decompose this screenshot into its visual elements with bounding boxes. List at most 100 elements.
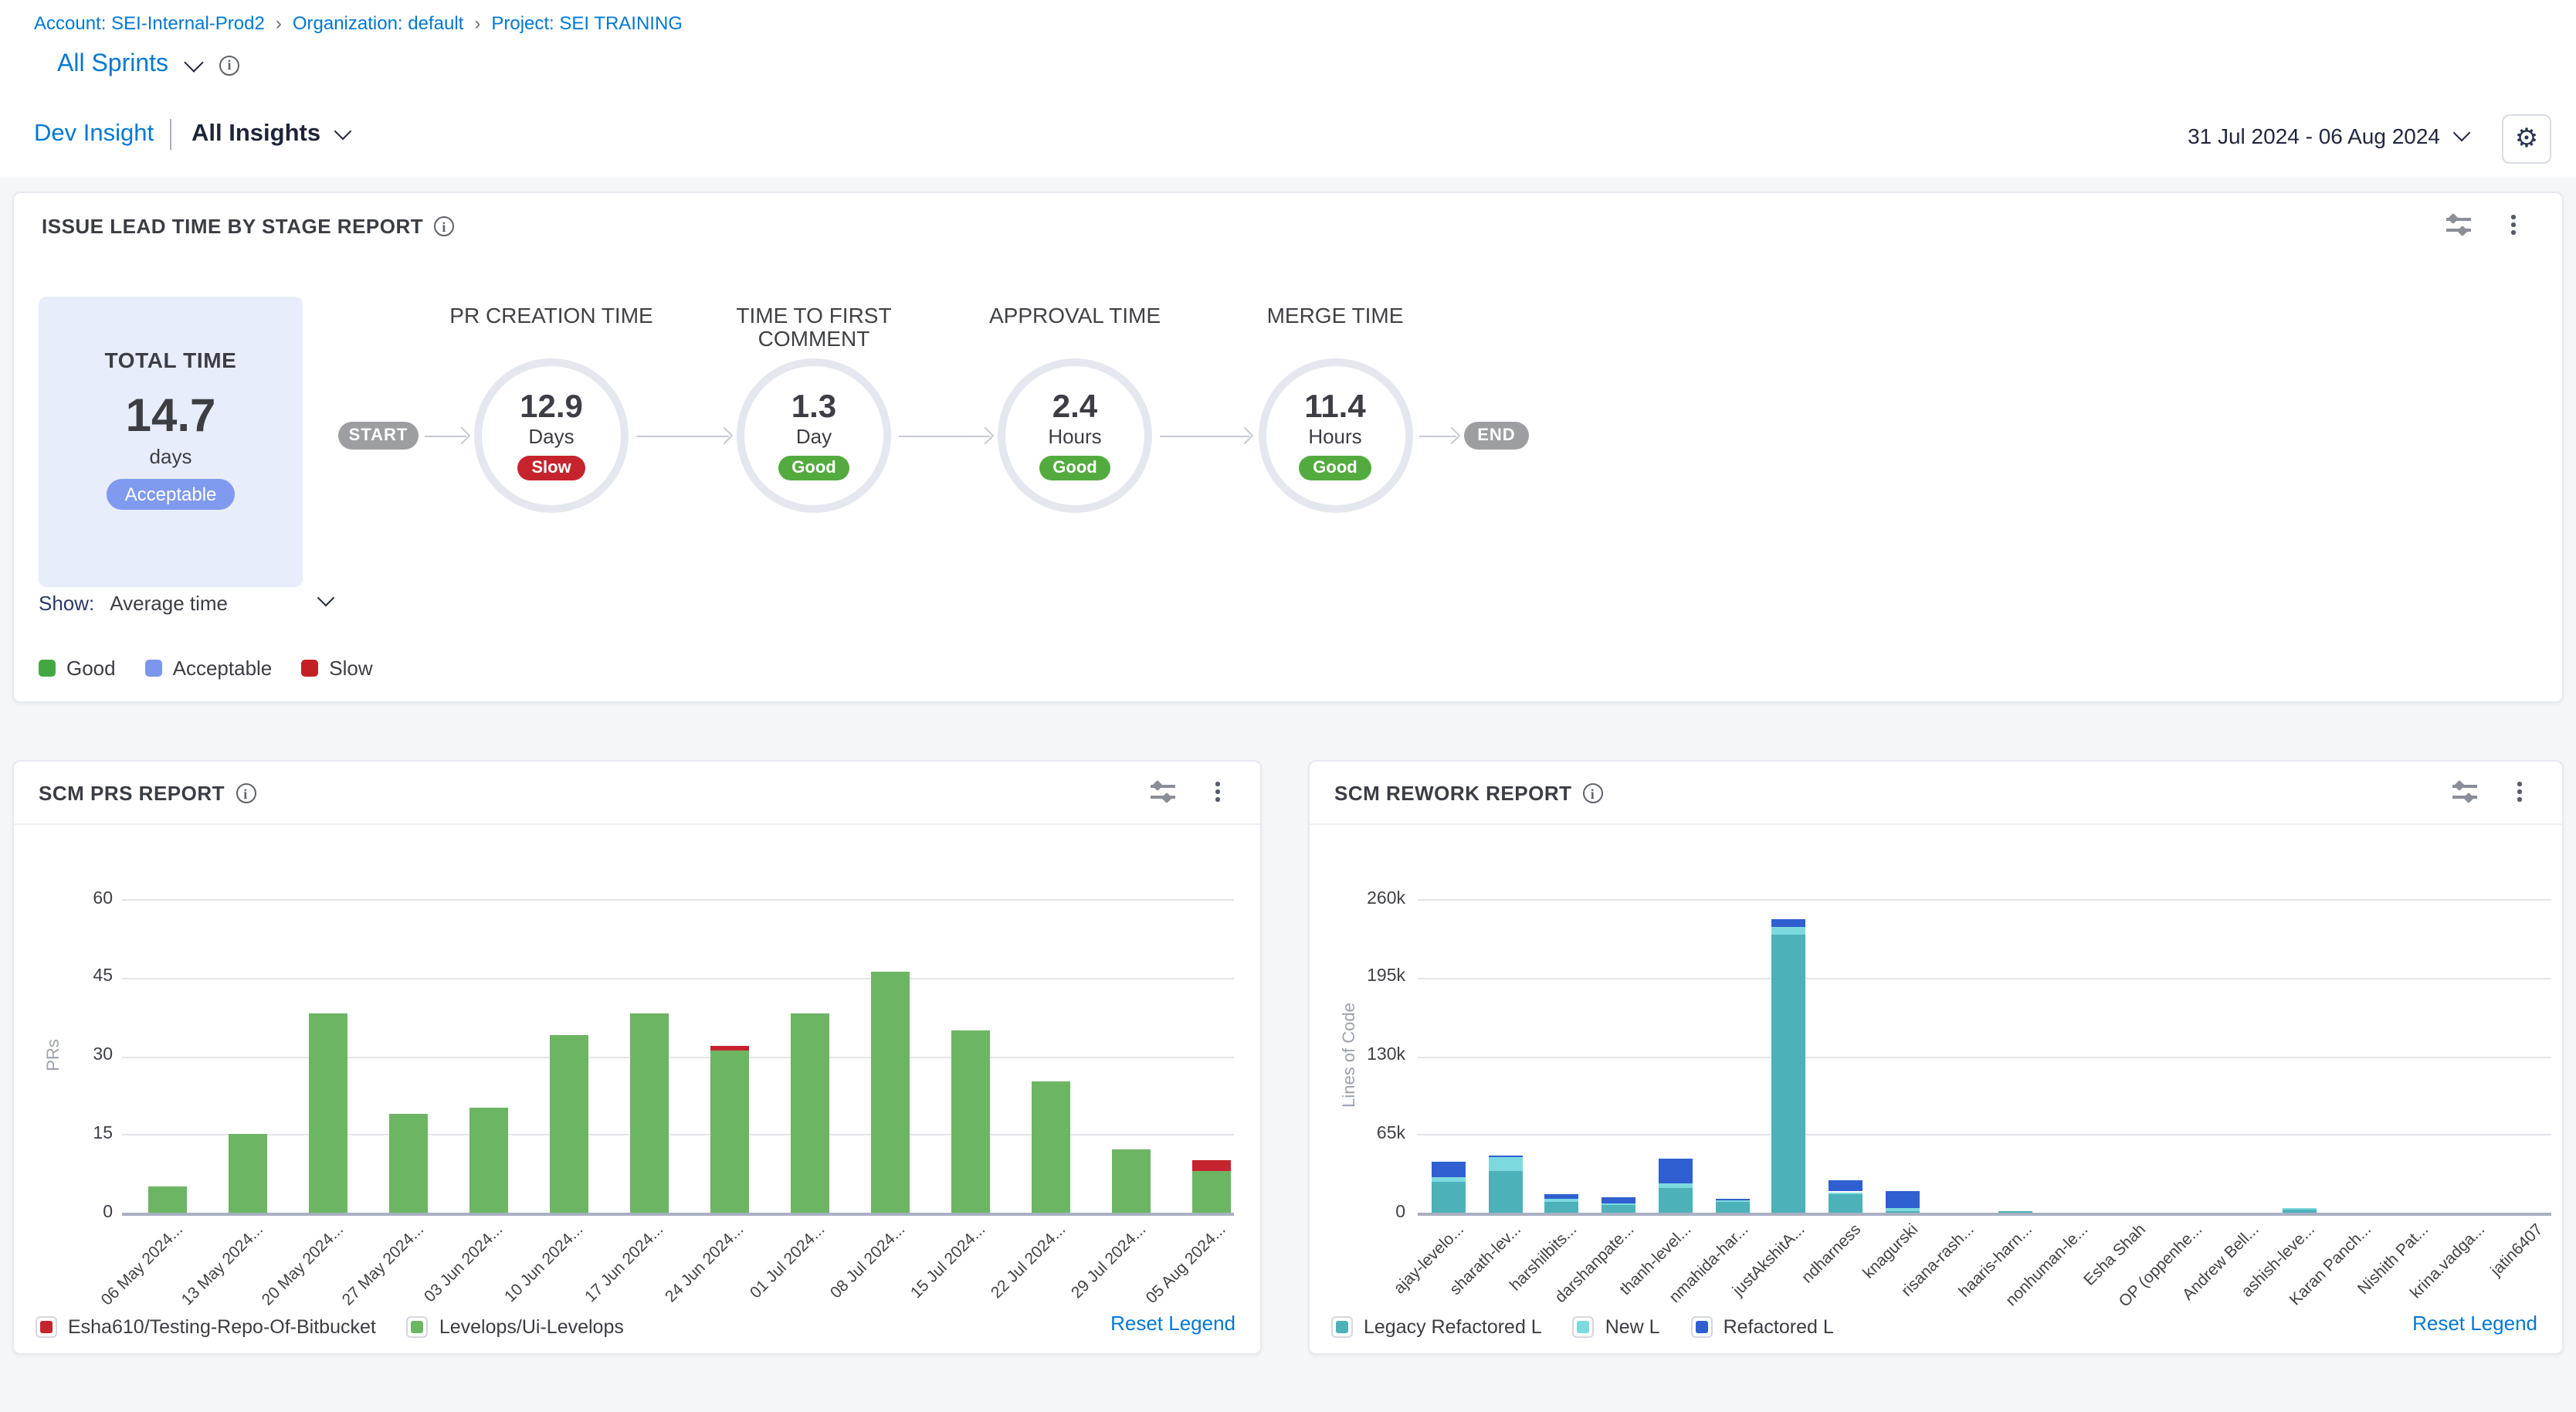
chevron-down-icon[interactable]	[184, 52, 203, 71]
bar-segment[interactable]	[1602, 1203, 1635, 1204]
gridline	[122, 899, 1234, 901]
breadcrumb-organization[interactable]: Organization: default	[293, 12, 464, 34]
y-tick-label: 0	[14, 1203, 113, 1221]
flow-stage-circle[interactable]: 11.4HoursGood	[1258, 358, 1412, 513]
bar-segment[interactable]	[1659, 1183, 1693, 1187]
bar-segment[interactable]	[1602, 1204, 1635, 1213]
gridline	[122, 1056, 1234, 1057]
flow-stage-circle[interactable]: 2.4HoursGood	[998, 358, 1152, 513]
bar-segment[interactable]	[1886, 1208, 1920, 1211]
bar-segment[interactable]	[1715, 1201, 1749, 1203]
x-axis-label-text: 20 May 2024...	[258, 1220, 347, 1309]
sprint-selector[interactable]: All Sprints i	[57, 51, 239, 79]
legend-item[interactable]: Esha610/Testing-Repo-Of-Bitbucket	[36, 1316, 376, 1338]
insight-bar: Dev Insight All Insights 31 Jul 2024 - 0…	[0, 108, 2576, 178]
bar-segment[interactable]	[1772, 927, 1806, 935]
bar-segment[interactable]	[1829, 1193, 1863, 1213]
x-axis-label-text: ndharness	[1798, 1220, 1865, 1287]
breadcrumb-separator: ›	[474, 12, 480, 34]
insights-dropdown[interactable]: All Insights	[192, 120, 348, 148]
bar-segment[interactable]	[1545, 1200, 1579, 1202]
x-axis-label-text: 15 Jul 2024...	[907, 1220, 989, 1302]
insight-tab-dev-insight[interactable]: Dev Insight	[34, 120, 154, 148]
legend-item[interactable]: Refactored L	[1691, 1316, 1834, 1338]
insights-dropdown-label[interactable]: All Insights	[192, 120, 320, 148]
bar-segment[interactable]	[228, 1135, 266, 1213]
info-icon[interactable]: i	[219, 55, 239, 75]
bar-segment[interactable]	[1772, 935, 1806, 1213]
bar-segment[interactable]	[1829, 1179, 1863, 1192]
bar-segment[interactable]	[1715, 1199, 1749, 1200]
bar-segment[interactable]	[469, 1108, 507, 1213]
settings-button[interactable]: ⚙	[2502, 114, 2551, 164]
bar-segment[interactable]	[951, 1030, 989, 1213]
flow-arrow	[425, 436, 466, 437]
bar-segment[interactable]	[1659, 1187, 1693, 1213]
bar-segment[interactable]	[1432, 1178, 1466, 1183]
legend-item[interactable]: New L	[1573, 1316, 1660, 1338]
legend-item[interactable]: Legacy Refactored L	[1331, 1316, 1542, 1338]
bar-segment[interactable]	[870, 972, 909, 1213]
flow-stage-circle[interactable]: 1.3DayGood	[737, 358, 891, 513]
bar-segment[interactable]	[1432, 1162, 1466, 1177]
bar-segment[interactable]	[388, 1113, 427, 1213]
bar-segment[interactable]	[1031, 1082, 1069, 1213]
y-tick-label: 260k	[1310, 889, 1405, 908]
chevron-down-icon[interactable]	[334, 123, 351, 141]
bar-segment[interactable]	[308, 1014, 347, 1213]
bar-segment[interactable]	[1886, 1211, 1920, 1213]
arrow-head-icon	[453, 426, 471, 444]
x-axis-label-text: 29 Jul 2024...	[1068, 1220, 1150, 1302]
y-tick-label: 60	[14, 889, 113, 908]
bar-segment[interactable]	[1829, 1192, 1863, 1193]
reset-legend-link[interactable]: Reset Legend	[2412, 1312, 2537, 1335]
legend-item[interactable]: Levelops/Ui-Levelops	[407, 1316, 624, 1338]
bar-segment[interactable]	[549, 1035, 588, 1213]
bar-segment[interactable]	[1659, 1159, 1693, 1183]
legend-checkbox-swatch	[1331, 1316, 1353, 1338]
bar-segment[interactable]	[1715, 1203, 1749, 1213]
bar-segment[interactable]	[710, 1051, 748, 1213]
bar-segment[interactable]	[1111, 1150, 1150, 1213]
bar-segment[interactable]	[1488, 1157, 1522, 1170]
bar-segment[interactable]	[1191, 1160, 1230, 1171]
bar-segment[interactable]	[1772, 920, 1806, 927]
lead-time-flow: PR CREATION TIME 12.9DaysSlow TIME TO FIRS…	[14, 193, 2562, 701]
screenshot-root: Account: SEI-Internal-Prod2 › Organizati…	[0, 0, 2576, 1412]
bar-segment[interactable]	[1488, 1156, 1522, 1157]
reset-legend-link[interactable]: Reset Legend	[1110, 1312, 1235, 1335]
bar-segment[interactable]	[1191, 1171, 1230, 1213]
date-range-picker[interactable]: 31 Jul 2024 - 06 Aug 2024	[2188, 124, 2468, 148]
bar-segment[interactable]	[629, 1014, 668, 1213]
bar-segment[interactable]	[1488, 1170, 1522, 1213]
bar-segment[interactable]	[1545, 1195, 1579, 1200]
gridline	[122, 978, 1234, 979]
bar-segment[interactable]	[710, 1045, 748, 1051]
flow-stage-circle[interactable]: 12.9DaysSlow	[474, 358, 629, 513]
sprint-selector-label[interactable]: All Sprints	[57, 51, 168, 79]
x-axis-label-text: 27 May 2024...	[338, 1220, 427, 1309]
stage-title: TIME TO FIRST COMMENT	[690, 304, 937, 351]
date-range-value[interactable]: 31 Jul 2024 - 06 Aug 2024	[2188, 124, 2440, 148]
y-axis-title: Lines of Code	[1341, 993, 1359, 1116]
breadcrumb-project[interactable]: Project: SEI TRAINING	[491, 12, 683, 34]
bar-segment[interactable]	[2283, 1207, 2317, 1209]
prs-bar-chart: 015304560PRs06 May 2024...13 May 2024...…	[14, 762, 1260, 1353]
bar-segment[interactable]	[1886, 1191, 1920, 1208]
x-axis-label-text: 10 Jun 2024...	[502, 1220, 588, 1306]
bar-segment[interactable]	[147, 1186, 186, 1213]
bar-segment[interactable]	[1432, 1183, 1466, 1213]
bar-segment[interactable]	[1999, 1211, 2033, 1213]
prs-chart-legend: Esha610/Testing-Repo-Of-Bitbucket Levelop…	[36, 1316, 624, 1338]
arrow-head-icon	[977, 426, 995, 444]
breadcrumb-account[interactable]: Account: SEI-Internal-Prod2	[34, 12, 265, 34]
bar-segment[interactable]	[790, 1014, 829, 1213]
stage-status-badge: Good	[1039, 456, 1110, 480]
chevron-down-icon[interactable]	[2453, 124, 2471, 142]
bar-segment[interactable]	[2283, 1209, 2317, 1213]
stage-unit: Hours	[1308, 425, 1361, 448]
stage-title: PR CREATION TIME	[428, 304, 675, 328]
bar-segment[interactable]	[1602, 1196, 1635, 1203]
flow-arrow	[636, 436, 729, 437]
bar-segment[interactable]	[1545, 1202, 1579, 1213]
